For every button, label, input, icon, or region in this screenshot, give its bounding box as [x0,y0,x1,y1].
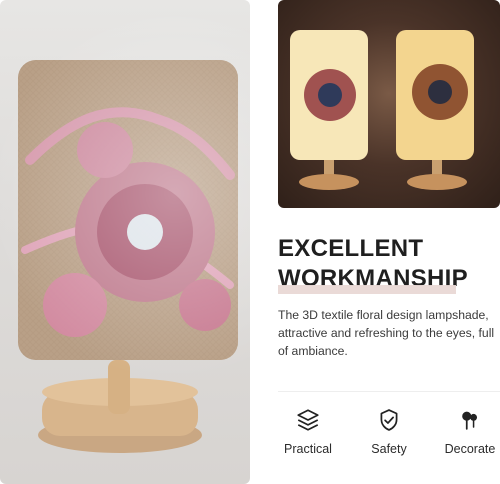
pushpin-icon [456,406,484,434]
features-row: Practical Safety Decorate [278,406,500,476]
feature-decorate: Decorate [440,406,500,476]
description-text: The 3D textile floral design lampshade, … [278,308,495,358]
feature-practical: Practical [278,406,338,476]
stack-icon [294,406,322,434]
feature-label-safety: Safety [371,442,407,456]
feature-safety: Safety [359,406,419,476]
shield-check-icon [375,406,403,434]
lamps-pair-illustration [290,30,474,190]
product-photo-pair [278,0,500,208]
divider [278,391,500,392]
feature-label-practical: Practical [284,442,332,456]
lamp-illustration [18,60,238,453]
feature-label-decorate: Decorate [444,442,496,456]
heading-underline [278,285,456,294]
product-photo-large [0,0,250,484]
heading-line-1: EXCELLENT [278,235,424,262]
